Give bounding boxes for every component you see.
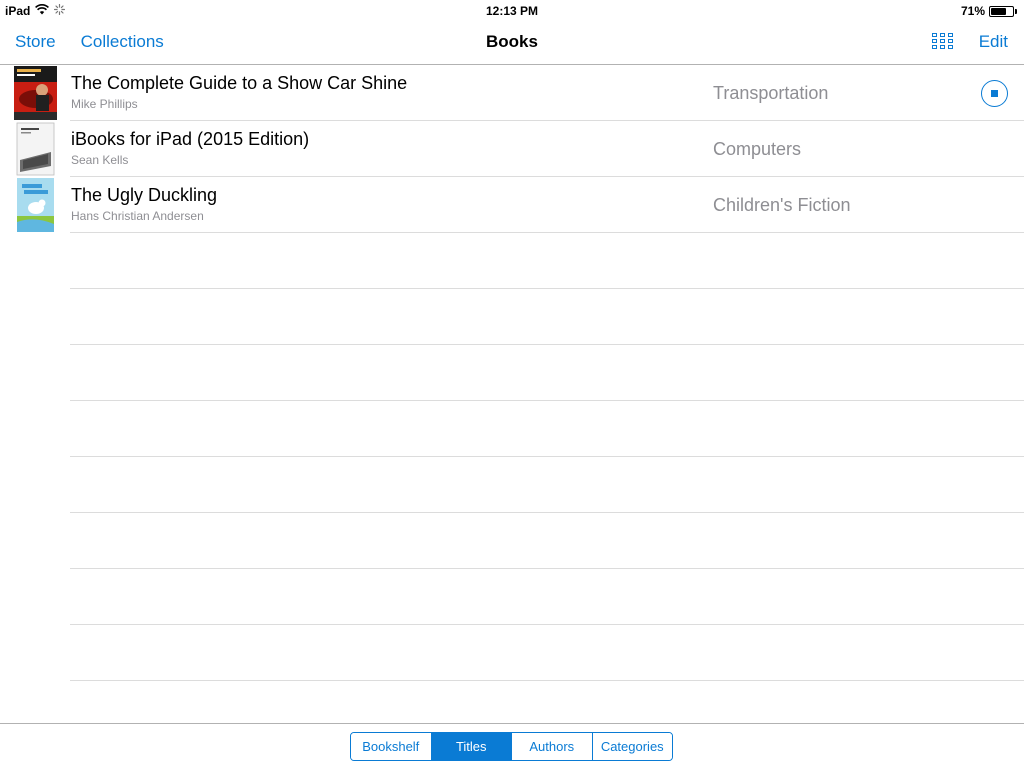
- nav-left-group: Store Collections: [15, 32, 164, 52]
- grid-view-icon[interactable]: [931, 33, 953, 51]
- status-bar: iPad 12:13 PM 71%: [0, 0, 1024, 22]
- book-author: Hans Christian Andersen: [71, 209, 204, 223]
- segment-bookshelf[interactable]: Bookshelf: [351, 733, 432, 760]
- segment-categories[interactable]: Categories: [592, 733, 672, 760]
- view-mode-segmented-control: Bookshelf Titles Authors Categories: [350, 732, 673, 761]
- book-category: Children's Fiction: [713, 195, 851, 215]
- book-row[interactable]: The Complete Guide to a Show Car Shine M…: [0, 65, 1024, 121]
- bottom-toolbar: Bookshelf Titles Authors Categories: [0, 723, 1024, 768]
- book-cover: [14, 178, 57, 232]
- book-author: Sean Kells: [71, 153, 129, 167]
- empty-row: [0, 401, 1024, 457]
- empty-row: [0, 233, 1024, 289]
- nav-right-group: Edit: [931, 32, 1008, 52]
- empty-row: [0, 625, 1024, 681]
- battery-percent: 71%: [960, 4, 985, 18]
- book-author: Mike Phillips: [71, 97, 138, 111]
- edit-button[interactable]: Edit: [979, 32, 1008, 52]
- collections-button[interactable]: Collections: [81, 32, 164, 52]
- empty-row: [0, 513, 1024, 569]
- book-title: The Ugly Duckling: [71, 185, 218, 205]
- book-row[interactable]: The Ugly Duckling Hans Christian Anderse…: [0, 177, 1024, 233]
- book-category: Transportation: [713, 83, 829, 103]
- book-cover: [14, 122, 57, 176]
- empty-row: [0, 289, 1024, 345]
- book-title: iBooks for iPad (2015 Edition): [71, 129, 310, 149]
- battery-fill: [991, 7, 1006, 15]
- status-time: 12:13 PM: [485, 4, 539, 18]
- stop-download-button[interactable]: [981, 80, 1008, 107]
- book-row[interactable]: iBooks for iPad (2015 Edition) Sean Kell…: [0, 121, 1024, 177]
- empty-row: [0, 345, 1024, 401]
- empty-row: [0, 569, 1024, 625]
- status-right: 71%: [961, 4, 1017, 18]
- book-category: Computers: [713, 139, 802, 159]
- segment-titles[interactable]: Titles: [431, 733, 512, 760]
- page-title: Books: [486, 32, 538, 51]
- store-button[interactable]: Store: [15, 32, 56, 52]
- book-cover: [14, 66, 57, 120]
- segment-authors[interactable]: Authors: [512, 733, 593, 760]
- empty-row: [0, 457, 1024, 513]
- book-list: The Complete Guide to a Show Car Shine M…: [0, 65, 1024, 737]
- battery-tip: [1015, 8, 1017, 14]
- battery-icon: [989, 5, 1014, 17]
- book-title: The Complete Guide to a Show Car Shine: [71, 73, 408, 93]
- navigation-bar: Store Collections Books Edit: [0, 22, 1024, 65]
